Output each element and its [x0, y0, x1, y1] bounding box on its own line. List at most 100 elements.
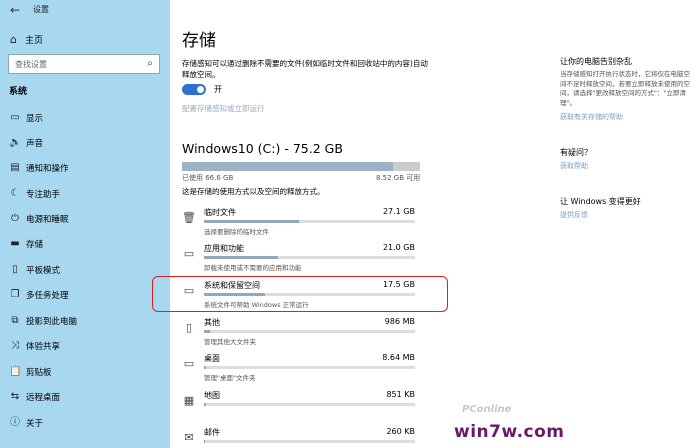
- storage-sense-toggle[interactable]: [182, 84, 206, 95]
- sidebar-item[interactable]: ⤨ 体验共享: [0, 334, 170, 358]
- category-usage-bar: [204, 366, 415, 369]
- sidebar-item-label: 投影到此电脑: [26, 317, 78, 327]
- toggle-knob: [197, 86, 204, 93]
- category-name: 其他: [204, 318, 220, 327]
- desktop-icon: ▭: [183, 357, 195, 370]
- category-usage-bar: [204, 330, 415, 333]
- tablet-icon: ▯: [12, 264, 18, 275]
- power-icon: ⏻: [11, 213, 19, 224]
- trash-icon: 🗑: [182, 211, 196, 224]
- get-help-link[interactable]: 获取帮助: [560, 161, 588, 171]
- category-description: 管理其他大文件夹: [204, 338, 256, 346]
- back-arrow-icon[interactable]: ←: [10, 3, 20, 17]
- moon-icon: ☾: [10, 188, 20, 199]
- drive-usage-fill: [182, 162, 393, 171]
- sidebar-item-label: 通知和操作: [26, 164, 69, 174]
- questions-title: 有疑问？: [560, 148, 592, 157]
- category-usage-fill: [204, 330, 211, 333]
- usage-description: 这是存储的使用方式以及空间的释放方式。: [182, 187, 325, 196]
- storage-sense-description: 存储感知可以通过删除不需要的文件(例如临时文件和回收站中的内容)自动释放空间。: [182, 59, 428, 79]
- sidebar-home[interactable]: ⌂ 主页: [10, 32, 43, 46]
- category-size: 986 MB: [384, 317, 415, 326]
- search-placeholder: 查找设置: [15, 60, 47, 69]
- category-usage-bar: [204, 440, 415, 443]
- sidebar-item[interactable]: 🔈 声音: [0, 131, 170, 155]
- give-feedback-link[interactable]: 提供反馈: [560, 210, 588, 220]
- search-input[interactable]: 查找设置 ⌕: [8, 54, 160, 74]
- category-usage-fill: [204, 403, 207, 406]
- sidebar-item-label: 体验共享: [26, 342, 61, 352]
- toggle-state-label: 开: [214, 85, 222, 94]
- clipboard-icon: 📋: [9, 366, 22, 377]
- speaker-icon: 🔈: [9, 137, 22, 148]
- project-icon: ⧉: [11, 315, 19, 326]
- category-usage-fill: [204, 220, 299, 223]
- sidebar-item[interactable]: ▯ 平板模式: [0, 258, 170, 282]
- info-icon: ⓘ: [10, 417, 20, 428]
- main-content: 存储 存储感知可以通过删除不需要的文件(例如临时文件和回收站中的内容)自动释放空…: [152, 0, 700, 448]
- category-size: 260 KB: [386, 427, 415, 436]
- storage-category-item[interactable]: ✉ 邮件 260 KB: [182, 427, 422, 448]
- sidebar-item-label: 平板模式: [26, 266, 61, 276]
- mail-icon: ✉: [184, 431, 194, 444]
- category-size: 8.64 MB: [382, 353, 415, 362]
- drive-free-label: 8.52 GB 可用: [376, 174, 421, 182]
- storage-category-item[interactable]: ▭ 应用和功能 21.0 GB 卸载未使用或不需要的应用和功能: [182, 243, 422, 277]
- highlight-box: [152, 276, 448, 312]
- home-label: 主页: [24, 35, 43, 46]
- multitask-icon: ❐: [10, 289, 20, 300]
- display-icon: ▭: [10, 112, 20, 123]
- sidebar-item[interactable]: ⓘ 关于: [0, 411, 170, 435]
- sidebar-item[interactable]: ⇆ 远程桌面: [0, 385, 170, 409]
- search-icon: ⌕: [147, 58, 153, 69]
- watermark-site: win7w.com: [454, 422, 565, 442]
- category-name: 地图: [204, 391, 220, 400]
- storage-category-item[interactable]: 🗑 临时文件 27.1 GB 选择要删除的临时文件: [182, 207, 422, 241]
- sidebar-item[interactable]: ☾ 专注助手: [0, 182, 170, 206]
- category-usage-bar: [204, 256, 415, 259]
- category-name: 临时文件: [204, 208, 236, 217]
- drive-title: Windows10 (C:) - 75.2 GB: [182, 141, 343, 156]
- category-name: 桌面: [204, 354, 220, 363]
- configure-storage-sense-link[interactable]: 配置存储感知或立即运行: [182, 103, 265, 114]
- category-size: 851 KB: [386, 390, 415, 399]
- drive-usage-bar: [182, 162, 420, 171]
- storage-category-item[interactable]: ▦ 地图 851 KB: [182, 390, 422, 424]
- sidebar-item[interactable]: ▬ 存储: [0, 232, 170, 256]
- map-icon: ▦: [183, 394, 195, 407]
- help-section-description: 当存储感知打开执行状态时，它将仅在电脑空间不足时释放空间，若要立即释放未使用的空…: [560, 70, 690, 107]
- category-usage-fill: [204, 366, 207, 369]
- remote-desktop-icon: ⇆: [10, 391, 20, 402]
- category-description: 管理"桌面"文件夹: [204, 374, 256, 382]
- category-usage-fill: [204, 440, 206, 443]
- storage-help-link[interactable]: 获取有关存储的帮助: [560, 112, 623, 122]
- sidebar-item-label: 存储: [26, 240, 44, 250]
- storage-category-item[interactable]: ▯ 其他 986 MB 管理其他大文件夹: [182, 317, 422, 351]
- sidebar-item-label: 关于: [26, 419, 44, 429]
- sidebar-item[interactable]: ▤ 通知和操作: [0, 156, 170, 180]
- sidebar-item-label: 专注助手: [26, 190, 61, 200]
- help-section-title: 让你的电脑告别杂乱: [560, 57, 632, 66]
- sidebar-item[interactable]: ⏻ 电源和睡眠: [0, 207, 170, 231]
- sidebar-item[interactable]: ❐ 多任务处理: [0, 283, 170, 307]
- category-description: 卸载未使用或不需要的应用和功能: [204, 264, 302, 272]
- storage-icon: ▬: [10, 238, 20, 249]
- sidebar-item[interactable]: ▭ 显示: [0, 106, 170, 130]
- sidebar-item-label: 显示: [26, 114, 44, 124]
- sidebar-item[interactable]: ⧉ 投影到此电脑: [0, 309, 170, 333]
- sidebar-item-label: 声音: [26, 139, 44, 149]
- home-icon: ⌂: [10, 32, 17, 46]
- sidebar-item[interactable]: 📋 剪贴板: [0, 360, 170, 384]
- notification-icon: ▤: [10, 162, 20, 173]
- category-usage-bar: [204, 403, 415, 406]
- watermark-pconline: PConline: [462, 404, 512, 415]
- document-icon: ▯: [185, 321, 193, 334]
- share-icon: ⤨: [11, 340, 19, 351]
- sidebar-item-label: 远程桌面: [26, 393, 61, 403]
- category-usage-bar: [204, 220, 415, 223]
- sidebar-item-label: 电源和睡眠: [26, 215, 69, 225]
- category-size: 27.1 GB: [382, 207, 415, 216]
- storage-category-item[interactable]: ▭ 桌面 8.64 MB 管理"桌面"文件夹: [182, 353, 422, 387]
- category-name: 邮件: [204, 428, 220, 437]
- sidebar-category: 系统: [9, 87, 28, 97]
